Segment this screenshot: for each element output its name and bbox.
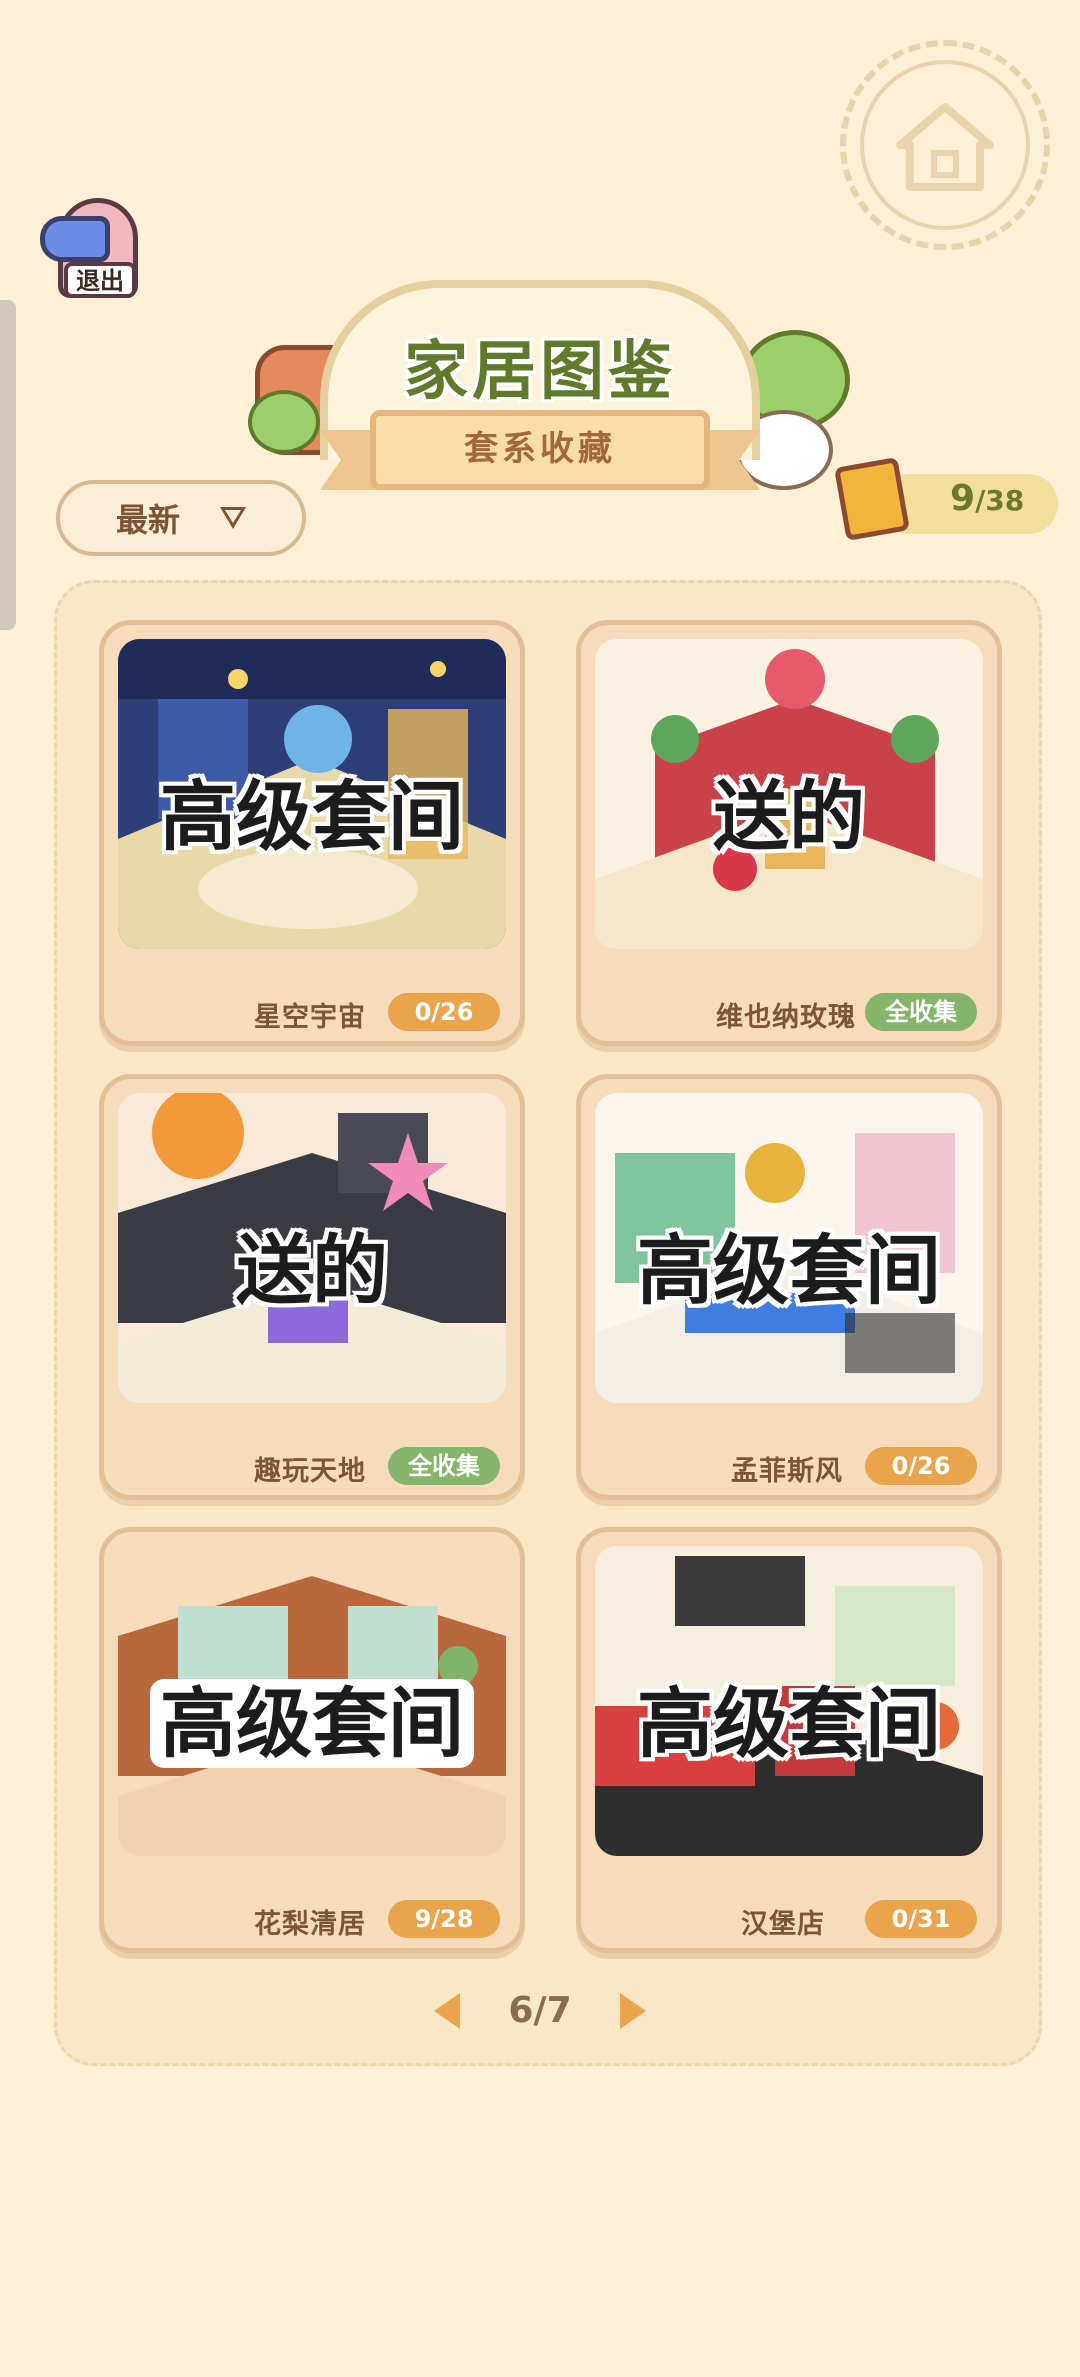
progress-badge: 0/26 (388, 993, 500, 1031)
card-overlay-text: 高级套间 (637, 1226, 941, 1315)
counter-total: /38 (975, 484, 1025, 517)
title-banner: 家居图鉴 套系收藏 (240, 270, 840, 530)
sort-dropdown[interactable]: 最新 (56, 480, 306, 556)
set-card-rosewood-retreat[interactable]: 高级套间 花梨清居 9/28 (99, 1527, 525, 1953)
set-name: 孟菲斯风 (731, 1456, 843, 1487)
set-name: 星空宇宙 (254, 1002, 366, 1033)
card-overlay-text: 高级套间 (160, 772, 464, 861)
home-icon (860, 60, 1030, 230)
page-title: 家居图鉴 (404, 335, 676, 409)
subtitle-ribbon: 套系收藏 (370, 410, 710, 490)
home-button[interactable] (840, 40, 1050, 250)
card-overlay-label: 高级套间 (150, 1679, 474, 1768)
collection-counter: 9/38 (834, 457, 1060, 546)
book-icon (834, 457, 910, 541)
card-overlay-text: 送的 (713, 772, 865, 861)
counter-current: 9 (950, 478, 976, 519)
set-card-memphis-style[interactable]: 高级套间 孟菲斯风 0/26 (576, 1074, 1002, 1500)
card-overlay-text: 高级套间 (104, 1662, 520, 1772)
progress-badge: 9/28 (388, 1900, 500, 1938)
card-overlay-text: 高级套间 (637, 1679, 941, 1768)
exit-button[interactable]: 退出 (38, 190, 146, 308)
set-card-fun-world[interactable]: 送的 趣玩天地 全收集 (99, 1074, 525, 1500)
complete-badge: 全收集 (388, 1447, 500, 1485)
back-arrow-icon (40, 216, 110, 262)
prev-page-arrow-icon[interactable] (434, 1992, 461, 2029)
set-card-burger-shop[interactable]: 高级套间 汉堡店 0/31 (576, 1527, 1002, 1953)
set-card-starry-universe[interactable]: 高级套间 星空宇宙 0/26 (99, 620, 525, 1046)
progress-badge: 0/31 (865, 1900, 977, 1938)
set-card-vienna-rose[interactable]: 送的 维也纳玫瑰 全收集 (576, 620, 1002, 1046)
pagination: 6/7 (0, 1990, 1080, 2031)
chevron-down-icon (220, 507, 246, 529)
exit-label: 退出 (64, 262, 136, 298)
set-name: 维也纳玫瑰 (716, 1002, 856, 1033)
side-drawer-handle[interactable] (0, 300, 16, 630)
set-name: 趣玩天地 (254, 1456, 366, 1487)
page-indicator: 6/7 (508, 1990, 572, 2031)
counter-value: 9/38 (950, 478, 1024, 519)
card-overlay-text: 送的 (236, 1226, 388, 1315)
progress-badge: 0/26 (865, 1447, 977, 1485)
set-name: 汉堡店 (741, 1909, 825, 1940)
complete-badge: 全收集 (865, 993, 977, 1031)
set-name: 花梨清居 (254, 1909, 366, 1940)
next-page-arrow-icon[interactable] (619, 1992, 646, 2029)
sort-label: 最新 (115, 501, 180, 539)
